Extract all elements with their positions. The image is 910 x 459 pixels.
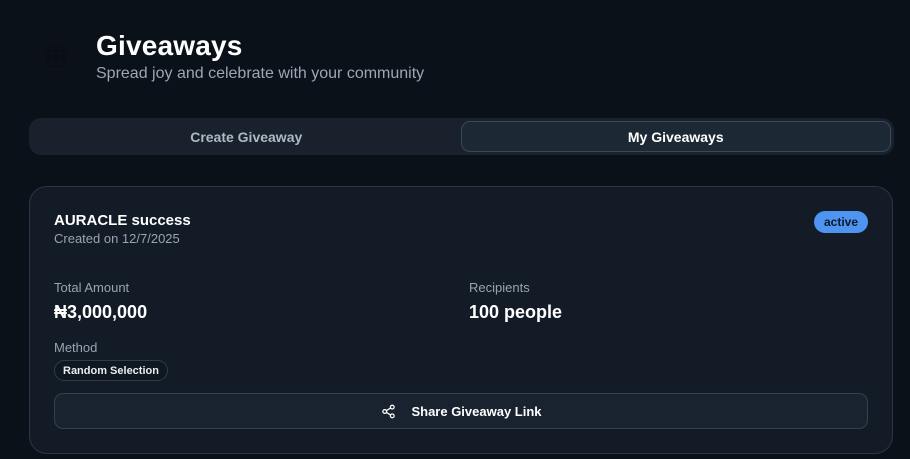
tab-create-giveaway[interactable]: Create Giveaway <box>32 121 461 152</box>
giveaway-card: AURACLE success Created on 12/7/2025 act… <box>29 186 893 454</box>
page-title: Giveaways <box>96 30 243 61</box>
giveaway-title: AURACLE success <box>54 212 191 229</box>
status-badge: active <box>813 211 868 233</box>
giveaway-created-date: Created on 12/7/2025 <box>54 231 180 246</box>
share-button-label: Share Giveaway Link <box>411 403 542 419</box>
giveaway-tabs: Create Giveaway My Giveaways <box>29 118 894 155</box>
method-label: Method <box>54 340 98 355</box>
recipients-label: Recipients <box>469 280 530 295</box>
total-amount-value: ₦3,000,000 <box>54 302 148 322</box>
page-subtitle: Spread joy and celebrate with your commu… <box>96 65 425 82</box>
giveaways-page: Giveaways Spread joy and celebrate with … <box>0 0 910 459</box>
tab-my-giveaways[interactable]: My Giveaways <box>460 121 891 152</box>
total-amount-label: Total Amount <box>54 280 130 295</box>
share-giveaway-link-button[interactable]: Share Giveaway Link <box>54 393 868 429</box>
share-icon <box>380 403 396 419</box>
page-header: Giveaways Spread joy and celebrate with … <box>38 28 424 83</box>
method-badge: Random Selection <box>54 360 168 381</box>
gift-icon <box>38 38 74 74</box>
recipients-value: 100 people <box>469 302 563 322</box>
